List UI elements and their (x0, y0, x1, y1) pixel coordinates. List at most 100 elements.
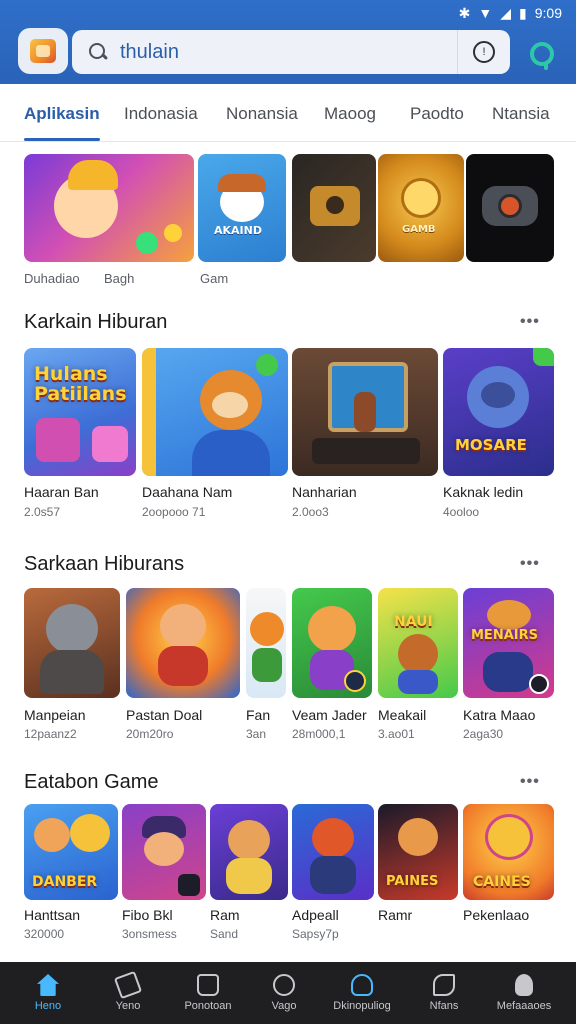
more-button[interactable]: ••• (520, 313, 540, 331)
tab-indonasia[interactable]: Indonasia (124, 104, 198, 124)
app-meta: Sand (210, 927, 239, 941)
app-card[interactable] (122, 804, 206, 900)
nav-vago[interactable]: Vago (244, 962, 324, 1024)
badge-art (178, 874, 200, 896)
app-card[interactable]: MOSARE (443, 348, 554, 476)
app-card[interactable] (292, 804, 374, 900)
tab-aplikasin[interactable]: Aplikasin (24, 104, 100, 124)
app-title: Pastan Doal (126, 707, 203, 723)
character-art (354, 392, 376, 432)
app-card[interactable] (292, 588, 372, 698)
app-meta: 2oopooo 71 (142, 505, 206, 519)
character-art (144, 832, 184, 866)
tab-paodto[interactable]: Paodto (410, 104, 464, 124)
banner-card[interactable]: GAMB (378, 154, 464, 262)
card-art-text: CAINES (473, 874, 531, 890)
armor-art (40, 650, 104, 694)
app-card[interactable]: DANBER (24, 804, 118, 900)
banner-text: AKAIND (214, 224, 262, 237)
search-input[interactable]: thulain (120, 41, 457, 64)
app-card[interactable] (210, 804, 288, 900)
app-meta: 320000 (24, 927, 65, 941)
nav-dkinopuliog[interactable]: Dkinopuliog (322, 962, 402, 1024)
gem-art (164, 224, 182, 242)
store-logo-icon (30, 39, 56, 63)
category-tabs: Aplikasin Indonasia Nonansia Maoog Paodt… (0, 84, 576, 142)
mask-art (481, 382, 515, 408)
search-bar[interactable]: thulain ! (72, 30, 510, 74)
circle-icon (273, 974, 295, 996)
app-card[interactable] (246, 588, 286, 698)
app-meta: 3onsmess (122, 927, 177, 941)
nav-home[interactable]: Heno (8, 962, 88, 1024)
nav-mefaaaoes[interactable]: Mefaaaoes (484, 962, 564, 1024)
banner-card[interactable] (466, 154, 554, 262)
banner-card[interactable]: AKAIND (198, 154, 286, 262)
app-title: Daahana Nam (142, 484, 233, 500)
app-meta: 12paanz2 (24, 727, 77, 741)
app-title: Haaran Ban (24, 484, 99, 500)
app-meta: 4ooloo (443, 505, 480, 519)
more-button[interactable]: ••• (520, 773, 540, 791)
app-title: Fan (246, 707, 271, 723)
leaf-icon (433, 974, 455, 996)
badge-art (256, 354, 278, 376)
section-title: Eatabon Game (24, 771, 159, 793)
app-card[interactable] (292, 348, 438, 476)
search-icon (88, 42, 108, 62)
section-title: Karkain Hiburan (24, 311, 168, 333)
badge-art (533, 348, 554, 366)
banner-card[interactable] (292, 154, 376, 262)
wifi-icon: ▼ (478, 5, 493, 21)
account-button[interactable] (524, 36, 560, 72)
character-art (485, 814, 533, 860)
character-art (34, 818, 70, 852)
app-meta: 28m000,1 (292, 727, 346, 741)
app-card[interactable] (126, 588, 240, 698)
app-card[interactable]: PAINES (378, 804, 458, 900)
app-logo[interactable] (18, 28, 68, 74)
app-card[interactable]: CAINES (463, 804, 554, 900)
more-button[interactable]: ••• (520, 555, 540, 573)
bag-icon (197, 974, 219, 996)
bluetooth-icon: ✱ (458, 4, 471, 21)
tab-ntansia[interactable]: Ntansia (492, 104, 550, 124)
app-card[interactable]: NAUI (378, 588, 458, 698)
character-art (160, 604, 206, 648)
card-art-text: MENAIRS (471, 628, 538, 643)
bottom-navigation: Heno Yeno Ponotoan Vago Dkinopuliog Nfan… (0, 962, 576, 1024)
banner-label: Duhadiao (24, 271, 80, 286)
character-art (398, 818, 438, 856)
account-icon (530, 42, 554, 70)
card-art-text: Hulans Patiilans (34, 363, 127, 405)
signal-icon: ◢ (500, 4, 512, 21)
body-art (310, 856, 356, 894)
banner-card[interactable] (24, 154, 194, 262)
app-title: Nanharian (292, 484, 357, 500)
coin-art (401, 178, 441, 218)
button-art (498, 194, 522, 218)
nav-ponotoan[interactable]: Ponotoan (168, 962, 248, 1024)
box-art (36, 418, 80, 462)
hair-art (68, 160, 118, 190)
app-title: Manpeian (24, 707, 86, 723)
lock-art (326, 196, 344, 214)
app-meta: 2.0s57 (24, 505, 61, 519)
app-title: Veam Jader (292, 707, 367, 723)
home-icon (37, 974, 59, 996)
app-card[interactable]: Hulans Patiilans (24, 348, 136, 476)
voice-search-button[interactable]: ! (458, 30, 510, 74)
app-card[interactable]: MENAIRS (463, 588, 554, 698)
body-art (252, 648, 282, 682)
character-art (312, 818, 354, 858)
nav-nfans[interactable]: Nfans (404, 962, 484, 1024)
status-bar: ✱ ▼ ◢ ▮ 9:09 (459, 2, 562, 24)
character-art (46, 604, 98, 654)
app-card[interactable] (142, 348, 288, 476)
tab-maoog[interactable]: Maoog (324, 104, 376, 124)
tab-nonansia[interactable]: Nonansia (226, 104, 298, 124)
app-card[interactable] (24, 588, 120, 698)
app-meta: 2.0oo3 (292, 505, 329, 519)
nav-yeno[interactable]: Yeno (88, 962, 168, 1024)
edit-icon (113, 970, 143, 1000)
